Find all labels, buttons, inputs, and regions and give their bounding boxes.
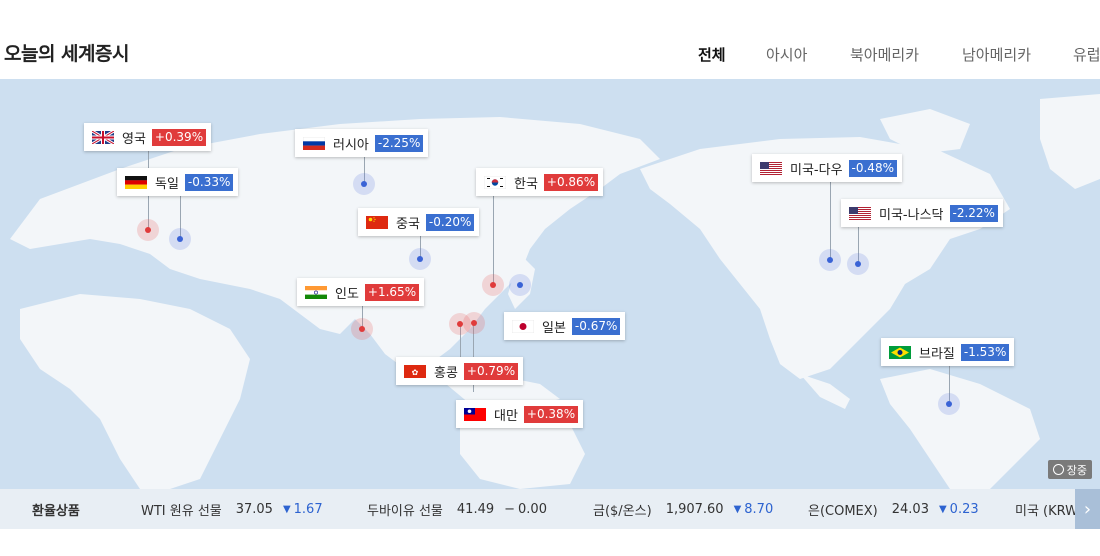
pin-korea[interactable] — [482, 274, 504, 296]
market-name: 인도 — [335, 286, 359, 302]
market-card-hongkong[interactable]: ✿ 홍콩 +0.79% — [396, 357, 524, 385]
market-change: +0.79% — [463, 362, 519, 380]
ticker-label: 두바이유 선물 — [367, 503, 443, 519]
tab-all[interactable]: 전체 — [698, 44, 726, 65]
pin-china[interactable] — [409, 248, 431, 270]
ticker-value: 37.05 — [235, 501, 273, 517]
stem-dow — [830, 181, 831, 259]
russia-flag-icon — [303, 136, 325, 150]
down-arrow-icon: ▼ — [733, 503, 742, 515]
ticker-item-dubai[interactable]: 두바이유 선물 41.49 − 0.00 — [367, 489, 547, 529]
market-change: -2.22% — [949, 204, 998, 222]
pin-japan[interactable] — [509, 274, 531, 296]
pin-brazil[interactable] — [938, 393, 960, 415]
market-name: 일본 — [542, 320, 566, 336]
down-arrow-icon: ▼ — [282, 503, 291, 515]
market-card-brazil[interactable]: 브라질 -1.53% — [881, 338, 1015, 366]
market-name: 독일 — [155, 176, 179, 192]
usa-flag-icon — [849, 206, 871, 220]
market-name: 브라질 — [919, 346, 955, 362]
pin-dow[interactable] — [819, 249, 841, 271]
market-card-uk[interactable]: 영국 +0.39% — [84, 123, 212, 151]
market-card-korea[interactable]: 한국 +0.86% — [476, 168, 604, 196]
ticker-item-silver[interactable]: 은(COMEX) 24.03 ▼ 0.23 — [808, 489, 979, 529]
world-map: 영국 +0.39% 독일 -0.33% 러시아 -2.25% 한국 +0.86%… — [0, 79, 1100, 489]
pin-germany[interactable] — [169, 228, 191, 250]
market-change: +0.38% — [523, 405, 579, 423]
hongkong-flag-icon: ✿ — [404, 364, 426, 378]
pin-india[interactable] — [351, 318, 373, 340]
market-change: -0.48% — [848, 159, 897, 177]
market-card-japan[interactable]: 일본 -0.67% — [504, 312, 626, 340]
market-card-russia[interactable]: 러시아 -2.25% — [295, 129, 429, 157]
ticker-next-button[interactable]: › — [1075, 489, 1100, 529]
commodity-ticker: 환율상품 WTI 원유 선물 37.05 ▼ 1.67 두바이유 선물 41.4… — [0, 489, 1100, 529]
pin-taiwan[interactable] — [463, 312, 485, 334]
market-card-india[interactable]: 인도 +1.65% — [297, 278, 425, 306]
market-card-germany[interactable]: 독일 -0.33% — [117, 168, 239, 196]
market-name: 대만 — [494, 408, 518, 424]
ticker-label: 은(COMEX) — [808, 503, 878, 519]
market-name: 중국 — [396, 216, 420, 232]
chevron-right-icon: › — [1083, 498, 1092, 520]
tab-north-america[interactable]: 북아메리카 — [850, 44, 919, 65]
market-change: +1.65% — [364, 283, 420, 301]
korea-flag-icon — [484, 175, 506, 189]
ticker-change: 8.70 — [744, 501, 774, 517]
china-flag-icon — [366, 215, 388, 229]
uk-flag-icon — [92, 130, 114, 144]
india-flag-icon — [305, 285, 327, 299]
taiwan-flag-icon — [464, 407, 486, 421]
usa-flag-icon — [760, 161, 782, 175]
pin-russia[interactable] — [353, 173, 375, 195]
market-name: 미국-다우 — [790, 162, 843, 178]
market-card-dow[interactable]: 미국-다우 -0.48% — [752, 154, 902, 182]
ticker-item-usd-krw[interactable]: 미국 (KRW — [1015, 489, 1075, 529]
brazil-flag-icon — [889, 345, 911, 359]
pin-nasdaq[interactable] — [847, 253, 869, 275]
market-change: -0.33% — [184, 173, 234, 191]
ticker-label: 미국 (KRW — [1015, 503, 1075, 519]
market-change: -2.25% — [374, 134, 424, 152]
market-change: -1.53% — [960, 343, 1010, 361]
tab-south-america[interactable]: 남아메리카 — [962, 44, 1031, 65]
market-card-nasdaq[interactable]: 미국-나스닥 -2.22% — [841, 199, 1003, 227]
tab-europe[interactable]: 유럽 — [1073, 44, 1100, 65]
germany-flag-icon — [125, 175, 147, 189]
pin-uk[interactable] — [137, 219, 159, 241]
market-status-badge: 장중 — [1047, 460, 1092, 479]
tab-asia[interactable]: 아시아 — [766, 44, 807, 65]
ticker-item-gold[interactable]: 금($/온스) 1,907.60 ▼ 8.70 — [593, 489, 773, 529]
market-name: 영국 — [122, 131, 146, 147]
market-card-taiwan[interactable]: 대만 +0.38% — [456, 400, 584, 428]
market-change: +0.86% — [543, 173, 599, 191]
stem-korea — [493, 196, 494, 284]
ticker-heading: 환율상품 — [32, 503, 80, 519]
japan-flag-icon — [512, 319, 534, 333]
svg-text:✿: ✿ — [412, 368, 419, 377]
ticker-change: 0.23 — [949, 501, 979, 517]
ticker-item-wti[interactable]: WTI 원유 선물 37.05 ▼ 1.67 — [141, 489, 323, 529]
clock-icon — [1052, 464, 1064, 475]
ticker-change: 0.00 — [518, 501, 547, 517]
ticker-value: 1,907.60 — [665, 501, 724, 517]
region-tabs: 전체 아시아 북아메리카 남아메리카 유럽 — [0, 44, 1100, 66]
market-change: -0.67% — [571, 317, 621, 335]
ticker-change: 1.67 — [293, 501, 323, 517]
ticker-label: 금($/온스) — [593, 503, 652, 519]
market-status-label: 장중 — [1066, 463, 1087, 477]
market-name: 러시아 — [333, 137, 369, 153]
market-name: 한국 — [514, 176, 538, 192]
market-name: 홍콩 — [434, 365, 458, 381]
market-change: -0.20% — [425, 213, 475, 231]
ticker-value: 41.49 — [456, 501, 495, 517]
flat-dash-icon: − — [504, 501, 516, 517]
market-card-china[interactable]: 중국 -0.20% — [358, 208, 480, 236]
ticker-value: 24.03 — [891, 501, 929, 517]
ticker-label: WTI 원유 선물 — [141, 503, 222, 519]
down-arrow-icon: ▼ — [938, 503, 947, 515]
market-change: +0.39% — [151, 128, 207, 146]
market-name: 미국-나스닥 — [879, 207, 944, 223]
